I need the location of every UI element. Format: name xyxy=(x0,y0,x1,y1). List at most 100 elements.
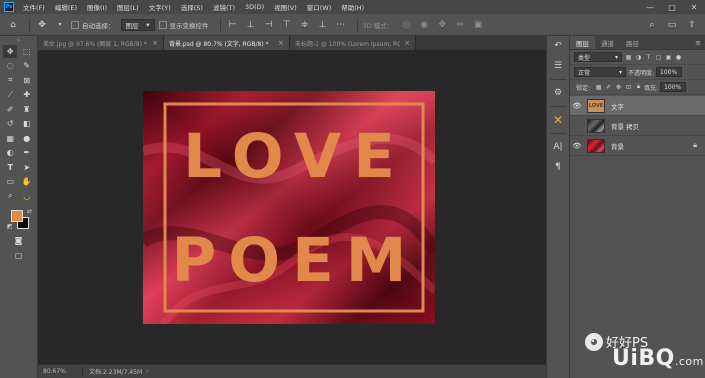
chevron-down-icon[interactable]: ▾ xyxy=(53,18,67,32)
canvas-area[interactable]: LOVE POEM xyxy=(38,50,546,364)
history-icon[interactable]: ↶ xyxy=(547,36,569,56)
lock-image-icon[interactable]: ✐ xyxy=(605,84,612,91)
menu-filter[interactable]: 滤镜(T) xyxy=(208,2,240,12)
lock-transparent-icon[interactable]: ▦ xyxy=(595,84,602,91)
screen-mode-icon[interactable]: ▢ xyxy=(12,249,26,262)
align-center-icon[interactable]: ⊥ xyxy=(244,18,258,32)
workspace-icon[interactable]: ▭ xyxy=(665,18,679,32)
menu-help[interactable]: 帮助(H) xyxy=(336,2,369,12)
adjustment-filter-icon[interactable]: ◑ xyxy=(635,54,642,61)
document-artwork[interactable]: LOVE POEM xyxy=(143,91,435,324)
3d-orbit-icon[interactable]: ◎ xyxy=(399,18,413,32)
align-middle-icon[interactable]: ≑ xyxy=(298,18,312,32)
share-icon[interactable]: ⇪ xyxy=(685,18,699,32)
layer-kind-filter[interactable]: 类型 ▾ xyxy=(574,52,622,62)
dodge-tool-icon[interactable]: ◐ xyxy=(3,146,17,159)
crop-tool-icon[interactable]: ⌗ xyxy=(3,74,17,87)
gradient-tool-icon[interactable]: ▦ xyxy=(3,132,17,145)
magic-wand-tool-icon[interactable]: ✎ xyxy=(20,59,34,72)
paragraph-icon[interactable]: ¶ xyxy=(547,157,569,177)
menu-layer[interactable]: 图层(L) xyxy=(112,2,144,12)
eye-icon[interactable]: 👁︎ xyxy=(570,122,584,130)
character-icon[interactable]: A| xyxy=(547,137,569,157)
more-options-icon[interactable]: ⋯ xyxy=(334,18,348,32)
fill-field[interactable]: 100% xyxy=(660,82,687,92)
photoshop-logo-icon[interactable]: Ps xyxy=(0,0,18,14)
eye-icon[interactable]: 👁︎ xyxy=(570,142,584,150)
maximize-button[interactable]: □ xyxy=(661,0,683,14)
tab-document-1[interactable]: 美女.jpg @ 97.6% (图层 1, RGB/8) * × xyxy=(38,36,164,50)
poem-text[interactable]: POEM xyxy=(143,228,435,294)
shape-filter-icon[interactable]: ▢ xyxy=(655,54,662,61)
search-icon[interactable]: ⌕ xyxy=(645,18,659,32)
frame-tool-icon[interactable]: ⊠ xyxy=(20,74,34,87)
panel-menu-icon[interactable]: ≡ xyxy=(695,39,705,47)
edit-toolbar-icon[interactable]: ◡ xyxy=(20,190,34,203)
menu-type[interactable]: 文字(Y) xyxy=(144,2,176,12)
align-top-icon[interactable]: ⊤ xyxy=(280,18,294,32)
adjustments-icon[interactable]: ☰ xyxy=(547,56,569,76)
lasso-tool-icon[interactable]: ◌ xyxy=(3,59,17,72)
menu-select[interactable]: 选择(S) xyxy=(176,2,208,12)
blur-tool-icon[interactable]: ● xyxy=(20,132,34,145)
eraser-tool-icon[interactable]: ◧ xyxy=(20,117,34,130)
3d-drag-icon[interactable]: ✥ xyxy=(435,18,449,32)
type-tool-icon[interactable]: T xyxy=(3,161,17,174)
brush-tool-icon[interactable]: ✐ xyxy=(3,103,17,116)
menu-image[interactable]: 图像(I) xyxy=(82,2,112,12)
opacity-field[interactable]: 100% xyxy=(656,67,683,77)
path-selection-tool-icon[interactable]: ➤ xyxy=(20,161,34,174)
lock-all-icon[interactable]: 🔒︎ xyxy=(635,83,642,91)
lock-artboard-icon[interactable]: ⊡ xyxy=(625,84,632,91)
menu-edit[interactable]: 编辑(E) xyxy=(50,2,82,12)
menu-window[interactable]: 窗口(W) xyxy=(302,2,337,12)
swap-colors-icon[interactable]: ⇄ xyxy=(27,208,32,215)
align-left-icon[interactable]: ⊢ xyxy=(226,18,240,32)
hand-tool-icon[interactable]: ✋ xyxy=(20,175,34,188)
foreground-color-swatch[interactable] xyxy=(11,209,23,222)
lock-position-icon[interactable]: ✥ xyxy=(615,84,622,91)
close-icon[interactable]: × xyxy=(404,39,410,47)
move-tool-icon[interactable]: ✥ xyxy=(3,44,18,58)
auto-select-dropdown[interactable]: 图层 ▾ xyxy=(120,18,155,31)
close-icon[interactable]: × xyxy=(278,39,284,47)
menu-3d[interactable]: 3D(D) xyxy=(240,3,269,11)
smart-object-filter-icon[interactable]: ▣ xyxy=(665,54,672,61)
menu-file[interactable]: 文件(F) xyxy=(18,2,50,12)
stamp-tool-icon[interactable]: ♜ xyxy=(20,103,34,116)
marquee-tool-icon[interactable]: ⬚ xyxy=(20,45,34,58)
chevron-right-icon[interactable]: › xyxy=(146,368,148,375)
eye-icon[interactable]: 👁︎ xyxy=(570,102,584,110)
align-bottom-icon[interactable]: ⊥ xyxy=(316,18,330,32)
home-icon[interactable]: ⌂ xyxy=(6,18,20,32)
close-window-button[interactable]: ✕ xyxy=(683,0,705,14)
blend-mode-dropdown[interactable]: 正常 ▾ xyxy=(574,67,626,77)
3d-roll-icon[interactable]: ◉ xyxy=(417,18,431,32)
properties-icon[interactable]: ⚙ xyxy=(547,83,569,103)
tab-channels[interactable]: 通道 xyxy=(595,36,620,49)
toolbar-collapse-icon[interactable]: » xyxy=(0,36,37,44)
eyedropper-tool-icon[interactable]: ⟋ xyxy=(3,88,17,101)
type-filter-icon[interactable]: T xyxy=(645,54,652,61)
tool-presets-icon[interactable]: ✕ xyxy=(547,110,569,130)
zoom-tool-icon[interactable]: ⌕ xyxy=(3,190,17,203)
tab-document-3[interactable]: 未标题-1 @ 100% (Lorem Ipsum, RGB/8) * × xyxy=(290,36,416,50)
close-icon[interactable]: × xyxy=(152,39,158,47)
healing-brush-tool-icon[interactable]: ✚ xyxy=(20,88,34,101)
align-right-icon[interactable]: ⊣ xyxy=(262,18,276,32)
move-icon[interactable]: ✥ xyxy=(35,18,49,32)
love-text[interactable]: LOVE xyxy=(143,124,435,190)
show-transform-checkbox[interactable] xyxy=(158,20,167,29)
tab-paths[interactable]: 路径 xyxy=(620,36,645,49)
minimize-button[interactable]: — xyxy=(639,0,661,14)
menu-view[interactable]: 视图(V) xyxy=(269,2,302,12)
layer-row-text[interactable]: 👁︎ LOVE 文字 xyxy=(570,96,705,116)
layer-row-background[interactable]: 👁︎ 背景 🔒︎ xyxy=(570,136,705,156)
zoom-level[interactable]: 80.67% xyxy=(38,368,82,375)
pen-tool-icon[interactable]: ✒ xyxy=(20,146,34,159)
3d-scale-icon[interactable]: ▣ xyxy=(471,18,485,32)
quick-mask-icon[interactable]: ◙ xyxy=(12,234,26,247)
auto-select-checkbox[interactable] xyxy=(71,20,79,29)
pixel-filter-icon[interactable]: ▦ xyxy=(625,54,632,61)
history-brush-tool-icon[interactable]: ↺ xyxy=(3,117,17,130)
